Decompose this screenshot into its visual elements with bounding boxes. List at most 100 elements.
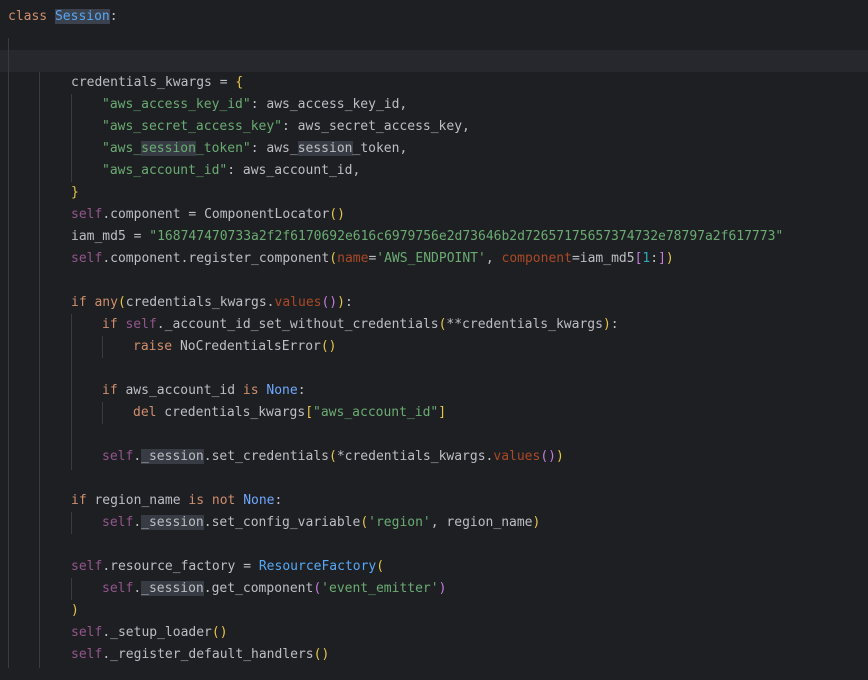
builtin: any (94, 295, 118, 310)
paren: () (329, 207, 345, 222)
paren: () (320, 339, 337, 354)
usage-highlight: _session (141, 515, 204, 530)
code-text: .get_component (203, 581, 314, 596)
paren: ) (602, 317, 611, 332)
current-line-highlight (0, 50, 868, 72)
string-literal: 'event_emitter' (321, 581, 439, 596)
code-line[interactable]: credentials_kwargs = { (71, 72, 243, 94)
punctuation: : (344, 295, 353, 310)
class-name[interactable]: Session (54, 9, 110, 24)
code-line[interactable]: "aws_session_token": aws_session_token, (102, 138, 407, 160)
code-text: : aws_secret_access_key, (282, 119, 470, 134)
code-editor[interactable]: class Session: credentials_kwargs = { "a… (0, 0, 868, 680)
keyword: raise (133, 339, 173, 354)
code-line[interactable]: self._session.get_component('event_emitt… (102, 578, 446, 600)
keyword: class (8, 9, 48, 24)
paren: () (211, 625, 228, 640)
self-keyword: self (102, 581, 134, 596)
code-line[interactable]: if any(credentials_kwargs.values()): (71, 292, 353, 314)
indent-guide (71, 94, 72, 182)
named-arg: component (501, 251, 572, 266)
string-literal: "aws_ (102, 141, 142, 156)
method-name: values (274, 295, 322, 310)
paren: ) (532, 515, 541, 530)
none-literal: None (243, 493, 275, 508)
code-line[interactable]: if region_name is not None: (71, 490, 282, 512)
code-line[interactable]: if self._account_id_set_without_credenti… (102, 314, 619, 336)
paren: ) (337, 295, 345, 310)
string-literal: "aws_secret_access_key" (102, 119, 283, 134)
string-literal: _token" (195, 141, 251, 156)
keyword: if (102, 383, 118, 398)
indent-guide (8, 38, 9, 668)
paren: ( (376, 559, 385, 574)
punctuation: : (274, 493, 283, 508)
code-text: , region_name (430, 515, 533, 530)
code-line[interactable]: "aws_account_id": aws_account_id, (102, 160, 360, 182)
indent-guide (102, 336, 103, 358)
paren: ( (313, 581, 322, 596)
code-text: =iam_md5 (571, 251, 635, 266)
paren: ) (556, 449, 564, 464)
code-text: credentials_kwargs (156, 405, 306, 420)
self-keyword: self (102, 515, 134, 530)
code-line[interactable]: del credentials_kwargs["aws_account_id"] (133, 402, 446, 424)
keyword: is (242, 383, 259, 398)
punctuation: : (650, 251, 659, 266)
self-keyword: self (102, 449, 134, 464)
identifier: credentials_kwargs (71, 75, 212, 90)
code-line[interactable]: "aws_access_key_id": aws_access_key_id, (102, 94, 407, 116)
punctuation: , (485, 251, 502, 266)
keyword: is not (188, 493, 236, 508)
code-text: credentials_kwargs. (125, 295, 275, 310)
usage-highlight: _session (141, 581, 204, 596)
bracket: ] (438, 405, 447, 420)
paren: ) (438, 581, 447, 596)
code-text: **credentials_kwargs (446, 317, 603, 332)
paren: ( (360, 515, 369, 530)
self-keyword: self (71, 251, 103, 266)
string-literal: 'AWS_ENDPOINT' (376, 251, 486, 266)
code-text: .resource_factory = (102, 559, 259, 574)
code-line[interactable]: if aws_account_id is None: (102, 380, 306, 402)
usage-highlight: session (141, 141, 196, 156)
code-text: .set_credentials (203, 449, 329, 464)
self-keyword: self (71, 559, 103, 574)
code-text: ._account_id_set_without_credentials (156, 317, 439, 332)
brace: { (235, 75, 244, 90)
code-text: ._register_default_handlers (102, 647, 314, 662)
code-text: region_name (86, 493, 189, 508)
indent-guide (39, 72, 40, 668)
code-line[interactable]: } (71, 182, 79, 204)
paren: () (313, 647, 330, 662)
code-line[interactable]: self.component = ComponentLocator() (71, 204, 345, 226)
code-line[interactable]: "aws_secret_access_key": aws_secret_acce… (102, 116, 470, 138)
paren: ( (329, 449, 337, 464)
code-line[interactable]: ) (71, 600, 79, 622)
code-line[interactable]: self._session.set_credentials(*credentia… (102, 446, 564, 468)
code-line[interactable]: self._setup_loader() (71, 622, 228, 644)
code-line[interactable]: self.resource_factory = ResourceFactory( (71, 556, 384, 578)
string-literal: 'region' (368, 515, 431, 530)
string-literal: "aws_account_id" (313, 405, 439, 420)
paren: ) (665, 251, 674, 266)
code-line[interactable]: self._register_default_handlers() (71, 644, 329, 666)
code-line-class-def[interactable]: class Session: (8, 6, 118, 28)
indent-guide (71, 578, 72, 600)
self-keyword: self (71, 647, 103, 662)
method-name: values (493, 449, 541, 464)
punctuation: : (297, 383, 306, 398)
self-keyword: self (71, 207, 103, 222)
call-name: ComponentLocator (204, 207, 330, 222)
code-line[interactable]: raise NoCredentialsError() (133, 336, 337, 358)
code-line[interactable]: self._session.set_config_variable('regio… (102, 512, 540, 534)
punctuation: . (133, 581, 142, 596)
code-line[interactable]: self.component.register_component(name='… (71, 248, 674, 270)
class-reference: ResourceFactory (258, 559, 377, 574)
usage-highlight: _session (141, 449, 204, 464)
code-text: ._setup_loader (102, 625, 212, 640)
indent-guide (71, 314, 72, 470)
code-text: _token, (352, 141, 408, 156)
code-line[interactable]: iam_md5 = "168747470733a2f2f6170692e616c… (71, 226, 783, 248)
